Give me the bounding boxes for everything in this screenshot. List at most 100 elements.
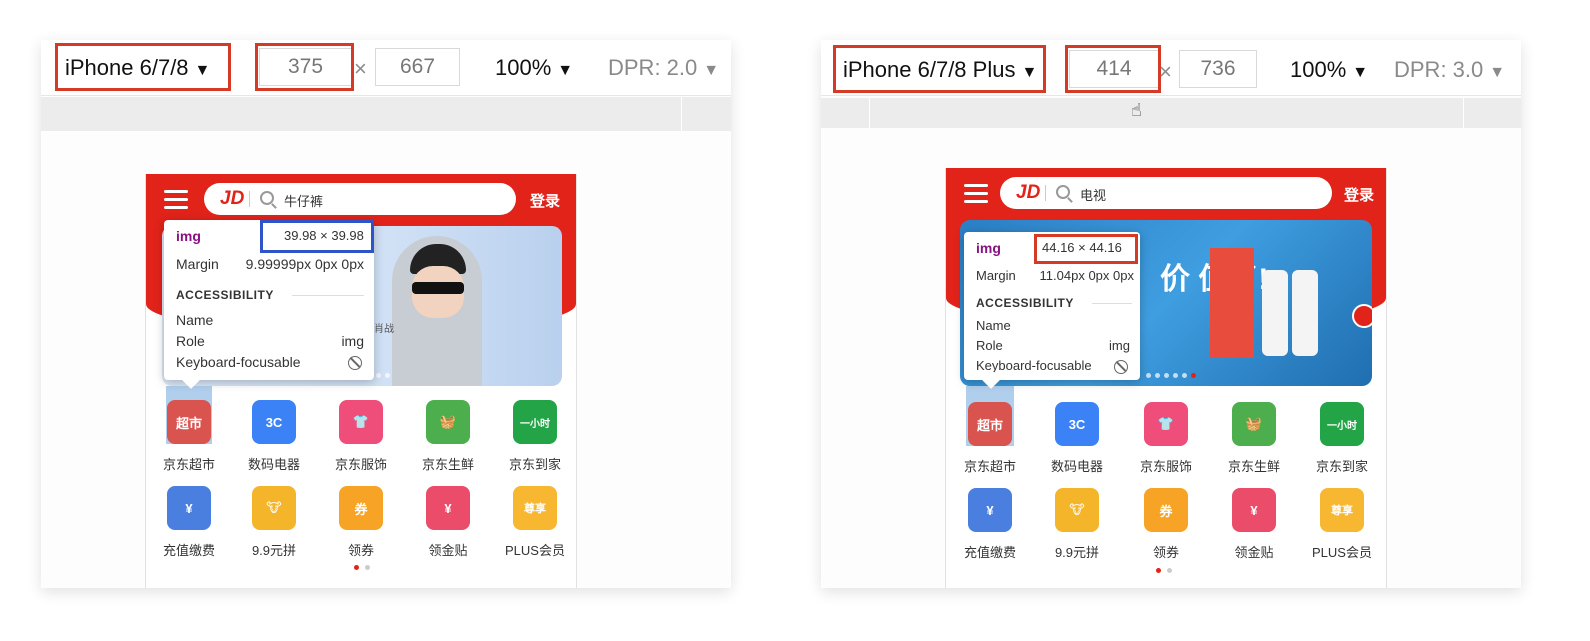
highlight-box-device bbox=[55, 43, 231, 91]
nav-item-label: 领券 bbox=[1152, 545, 1179, 560]
zoom-value: 100% bbox=[1290, 57, 1347, 82]
search-input[interactable]: 牛仔裤 bbox=[284, 191, 323, 210]
nav-item[interactable]: 🐮 9.9元拼 bbox=[1037, 488, 1117, 561]
fresh-basket-icon: 🧺 bbox=[1232, 402, 1276, 446]
red-packet-icon: ¥ bbox=[426, 486, 470, 530]
search-bar[interactable]: JD 牛仔裤 bbox=[204, 183, 516, 215]
nav-item-label: 9.9元拼 bbox=[1054, 545, 1100, 560]
highlight-box-size bbox=[260, 220, 374, 253]
nav-item-label: 数码电器 bbox=[1050, 459, 1103, 474]
highlight-box-width bbox=[255, 43, 354, 91]
search-bar[interactable]: JD 电视 bbox=[1000, 177, 1332, 209]
nav-item-label: 数码电器 bbox=[247, 457, 300, 472]
jd-header: JD 电视 登录 bbox=[946, 168, 1386, 218]
nav-item-label: PLUS会员 bbox=[1312, 545, 1372, 560]
nav-item[interactable]: 券领券 bbox=[1126, 488, 1206, 561]
grid-page-dots bbox=[1156, 568, 1172, 573]
nav-item[interactable]: ¥ 领金贴 bbox=[408, 486, 488, 559]
dpr-value: DPR: 2.0 bbox=[608, 55, 698, 80]
devtools-device-panel-left: iPhone 6/7/8 ▼ 375 × 667 100% ▼ DPR: 2.0 ▼ … bbox=[41, 40, 731, 588]
nav-item[interactable]: 超市 京东超市 bbox=[950, 402, 1030, 475]
nav-item-label: 领金贴 bbox=[428, 543, 468, 558]
nav-item[interactable]: 一小时 京东到家 bbox=[495, 400, 575, 473]
inspect-tooltip: img 39.98 × 39.98 Margin 9.99999px 0px 0… bbox=[164, 220, 374, 389]
ruler-tick bbox=[681, 97, 682, 131]
floating-badge-icon[interactable] bbox=[1352, 304, 1372, 328]
supermarket-icon: 超市 bbox=[167, 400, 211, 444]
ruler-tick bbox=[1463, 98, 1464, 132]
tooltip-role-label: Role bbox=[976, 338, 1003, 353]
nav-item-label: 领金贴 bbox=[1234, 545, 1274, 560]
nav-item[interactable]: 👕 京东服饰 bbox=[1126, 402, 1206, 475]
height-input[interactable]: 667 bbox=[375, 48, 460, 86]
inspect-tooltip: img 44.16 × 44.16 Margin 11.04px 0px 0px… bbox=[964, 232, 1140, 389]
login-link[interactable]: 登录 bbox=[530, 190, 560, 211]
media-query-bar[interactable] bbox=[41, 97, 731, 131]
recharge-icon: ¥ bbox=[167, 486, 211, 530]
carousel-dots bbox=[1146, 373, 1196, 378]
highlight-box-size bbox=[1034, 234, 1138, 264]
nav-item[interactable]: 尊享 PLUS会员 bbox=[1302, 488, 1382, 561]
product-bottle bbox=[1292, 270, 1318, 356]
mobile-viewport: JD 牛仔裤 登录 肖战 超市 京东超市 3C 数码电器 👕 京东服饰 🧺 京东生鲜 一… bbox=[145, 174, 577, 588]
search-input[interactable]: 电视 bbox=[1080, 185, 1106, 204]
tooltip-section: ACCESSIBILITY bbox=[176, 288, 274, 302]
nav-item-label: 9.9元拼 bbox=[251, 543, 297, 558]
nav-item[interactable]: 👕 京东服饰 bbox=[321, 400, 401, 473]
nav-item[interactable]: 超市 京东超市 bbox=[149, 400, 229, 473]
zoom-select[interactable]: 100% ▼ bbox=[1290, 59, 1368, 81]
supermarket-icon: 超市 bbox=[968, 402, 1012, 446]
chevron-down-icon: ▼ bbox=[557, 62, 574, 79]
nav-item[interactable]: 3C 数码电器 bbox=[1037, 402, 1117, 475]
nav-item[interactable]: ¥ 充值缴费 bbox=[149, 486, 229, 559]
zoom-select[interactable]: 100% ▼ bbox=[495, 57, 573, 79]
tooltip-tag: img bbox=[176, 228, 201, 244]
search-icon bbox=[1056, 185, 1070, 199]
device-toolbar: iPhone 6/7/8 Plus ▼ 414 × 736 100% ▼ DPR: … bbox=[821, 40, 1521, 96]
menu-icon[interactable] bbox=[964, 184, 988, 204]
nav-item-label: 京东生鲜 bbox=[1227, 459, 1280, 474]
dpr-select[interactable]: DPR: 3.0 ▼ bbox=[1394, 59, 1505, 81]
ruler-tick bbox=[869, 98, 870, 132]
red-packet-icon: ¥ bbox=[1232, 488, 1276, 532]
times-sign: × bbox=[354, 56, 367, 81]
nav-item[interactable]: 🐮 9.9元拼 bbox=[234, 486, 314, 559]
nav-item[interactable]: 🧺 京东生鲜 bbox=[408, 400, 488, 473]
highlight-box-width bbox=[1065, 45, 1161, 93]
tooltip-margin-label: Margin bbox=[176, 256, 219, 272]
tshirt-icon: 👕 bbox=[339, 400, 383, 444]
nav-item[interactable]: 3C 数码电器 bbox=[234, 400, 314, 473]
nav-item[interactable]: 尊享 PLUS会员 bbox=[495, 486, 575, 559]
banner-person bbox=[392, 236, 482, 386]
nav-item[interactable]: 券领券 bbox=[321, 486, 401, 559]
product-bottle bbox=[1262, 270, 1288, 356]
dpr-select[interactable]: DPR: 2.0 ▼ bbox=[608, 57, 719, 79]
nav-item[interactable]: 一小时 京东到家 bbox=[1302, 402, 1382, 475]
login-link[interactable]: 登录 bbox=[1344, 184, 1374, 205]
coupon-icon: 券 bbox=[339, 486, 383, 530]
cow-group-buy-icon: 🐮 bbox=[252, 486, 296, 530]
media-query-bar[interactable] bbox=[821, 98, 1521, 132]
nav-item[interactable]: ¥ 充值缴费 bbox=[950, 488, 1030, 561]
hand-cursor-icon: ☝ bbox=[1131, 100, 1142, 120]
menu-icon[interactable] bbox=[164, 190, 188, 210]
nav-item-label: 充值缴费 bbox=[162, 543, 215, 558]
cow-group-buy-icon: 🐮 bbox=[1055, 488, 1099, 532]
height-input[interactable]: 736 bbox=[1179, 50, 1257, 88]
3c-digital-icon: 3C bbox=[252, 400, 296, 444]
tooltip-margin-value: 11.04px 0px 0px bbox=[1039, 268, 1134, 283]
nav-item[interactable]: 🧺 京东生鲜 bbox=[1214, 402, 1294, 475]
nav-item[interactable]: ¥ 领金贴 bbox=[1214, 488, 1294, 561]
nav-item-label: 京东服饰 bbox=[334, 457, 387, 472]
tooltip-focus-label: Keyboard-focusable bbox=[176, 354, 301, 370]
plus-member-crown-icon: 尊享 bbox=[1320, 488, 1364, 532]
divider bbox=[1092, 303, 1132, 304]
banner-caption: 肖战 bbox=[374, 324, 394, 335]
sunglasses-shape bbox=[412, 282, 464, 294]
tooltip-margin-value: 9.99999px 0px 0px bbox=[245, 256, 364, 272]
not-focusable-icon bbox=[348, 356, 362, 370]
one-hour-delivery-icon: 一小时 bbox=[1320, 402, 1364, 446]
nav-item-label: 京东生鲜 bbox=[421, 457, 474, 472]
device-toolbar: iPhone 6/7/8 ▼ 375 × 667 100% ▼ DPR: 2.0 ▼ bbox=[41, 40, 731, 96]
nav-item-label: 京东超市 bbox=[963, 459, 1016, 474]
